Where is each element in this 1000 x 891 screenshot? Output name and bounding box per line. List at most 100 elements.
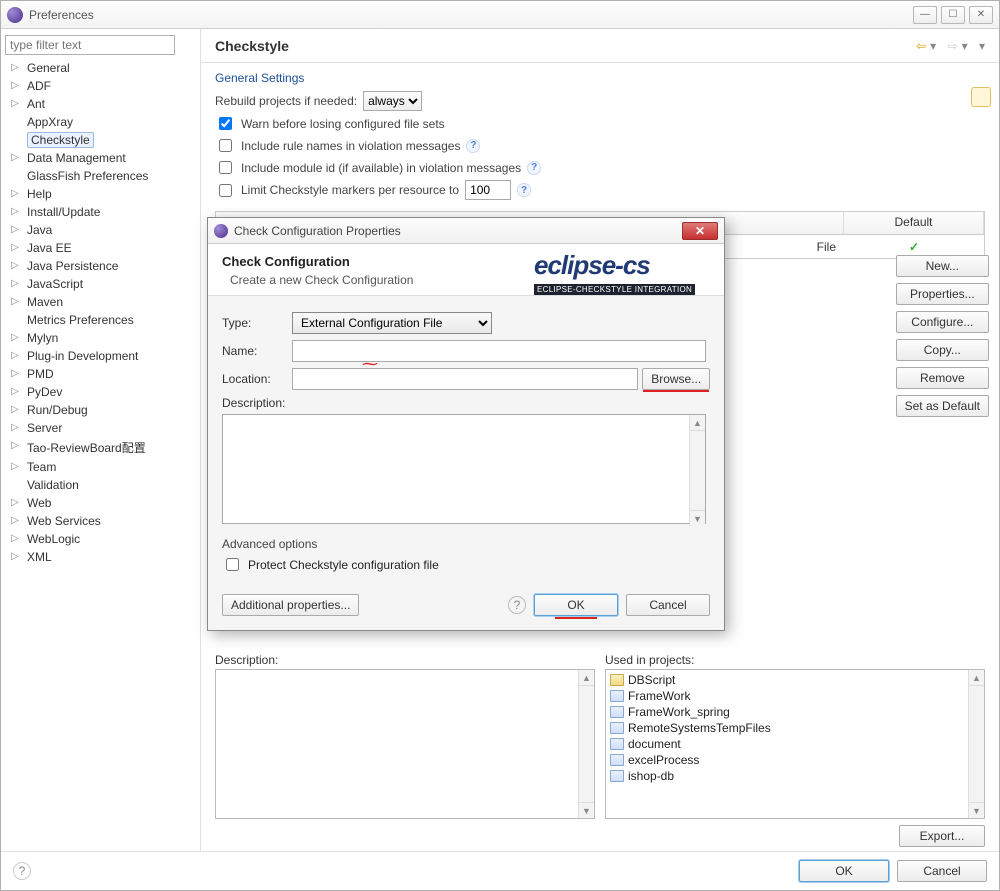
dialog-close-button[interactable]: ✕ [682,222,718,240]
sidebar-item-server[interactable]: ▷Server [5,419,196,437]
tree-arrow-icon: ▷ [11,296,21,307]
project-item[interactable]: FrameWork [608,688,982,704]
sidebar-item-checkstyle[interactable]: Checkstyle [5,131,196,149]
sidebar-item-weblogic[interactable]: ▷WebLogic [5,530,196,548]
type-select[interactable]: External Configuration File [292,312,492,334]
sidebar-label: JavaScript [27,277,83,291]
sidebar-item-install-update[interactable]: ▷Install/Update [5,203,196,221]
additional-properties-button[interactable]: Additional properties... [222,594,359,616]
tree-arrow-icon: ▷ [11,260,21,271]
project-item[interactable]: RemoteSystemsTempFiles [608,720,982,736]
folder-icon [610,674,624,686]
sidebar-item-appxray[interactable]: AppXray [5,113,196,131]
include-rule-checkbox[interactable] [219,139,232,152]
project-label: FrameWork_spring [628,705,730,719]
configure-button[interactable]: Configure... [896,311,989,333]
help-icon[interactable]: ? [517,183,531,197]
sidebar-item-java[interactable]: ▷Java [5,221,196,239]
sidebar-label: Data Management [27,151,126,165]
tree-arrow-icon: ▷ [11,98,21,109]
sidebar-item-validation[interactable]: Validation [5,476,196,494]
limit-checkbox[interactable] [219,184,232,197]
sidebar-item-adf[interactable]: ▷ADF [5,77,196,95]
location-input[interactable] [292,368,639,390]
rebuild-select[interactable]: always [363,91,422,111]
help-icon[interactable]: ? [13,862,31,880]
sidebar-item-team[interactable]: ▷Team [5,458,196,476]
properties-button[interactable]: Properties... [896,283,989,305]
sidebar-label: Team [27,460,56,474]
tree-arrow-icon: ▷ [11,497,21,508]
sidebar-item-xml[interactable]: ▷XML [5,548,196,566]
browse-button[interactable]: Browse... [642,368,710,390]
sidebar-item-java-persistence[interactable]: ▷Java Persistence [5,257,196,275]
cancel-button[interactable]: Cancel [626,594,710,616]
sidebar-label: Checkstyle [27,132,94,148]
protect-checkbox[interactable] [226,558,239,571]
sidebar-label: Tao-ReviewBoard配置 [27,441,146,455]
tree-arrow-icon: ▷ [11,404,21,415]
description-box[interactable]: ▲▼ [215,669,595,819]
sidebar-item-web[interactable]: ▷Web [5,494,196,512]
tree-arrow-icon: ▷ [11,515,21,526]
ok-button[interactable]: OK [534,594,618,616]
copy-button[interactable]: Copy... [896,339,989,361]
limit-label: Limit Checkstyle markers per resource to [241,183,459,197]
sidebar-label: General [27,61,70,75]
ok-button[interactable]: OK [799,860,889,882]
sidebar-item-ant[interactable]: ▷Ant [5,95,196,113]
sidebar-item-help[interactable]: ▷Help [5,185,196,203]
sidebar-item-web-services[interactable]: ▷Web Services [5,512,196,530]
filter-input[interactable] [5,35,175,55]
sidebar-item-javascript[interactable]: ▷JavaScript [5,275,196,293]
close-button[interactable]: ✕ [969,6,993,24]
sidebar-label: AppXray [27,115,73,129]
used-projects-list[interactable]: DBScriptFrameWorkFrameWork_springRemoteS… [605,669,985,819]
project-item[interactable]: FrameWork_spring [608,704,982,720]
sidebar-item-metrics-preferences[interactable]: Metrics Preferences [5,311,196,329]
help-icon[interactable]: ? [527,161,541,175]
export-button[interactable]: Export... [899,825,985,847]
help-icon[interactable]: ? [466,139,480,153]
set-default-button[interactable]: Set as Default [896,395,989,417]
sidebar-item-java-ee[interactable]: ▷Java EE [5,239,196,257]
include-module-label: Include module id (if available) in viol… [241,161,521,175]
limit-input[interactable] [465,180,511,200]
sidebar-item-mylyn[interactable]: ▷Mylyn [5,329,196,347]
warn-checkbox[interactable] [219,117,232,130]
project-item[interactable]: document [608,736,982,752]
description-textarea[interactable] [222,414,706,524]
project-item[interactable]: excelProcess [608,752,982,768]
scrollbar[interactable]: ▲▼ [689,415,705,526]
sidebar-item-glassfish-preferences[interactable]: GlassFish Preferences [5,167,196,185]
project-item[interactable]: ishop-db [608,768,982,784]
refresh-icon[interactable] [971,87,991,107]
sidebar-item-plug-in-development[interactable]: ▷Plug-in Development [5,347,196,365]
cancel-button[interactable]: Cancel [897,860,987,882]
sidebar-item-run-debug[interactable]: ▷Run/Debug [5,401,196,419]
folder-icon [610,706,624,718]
new-button[interactable]: New... [896,255,989,277]
eclipse-cs-logo: eclipse-cs ECLIPSE-CHECKSTYLE INTEGRATIO… [534,250,714,300]
check-icon: ✓ [909,240,919,254]
scrollbar[interactable]: ▲▼ [968,670,984,818]
nav-arrows[interactable]: ⇦▾ ⇨▾ ▾ [916,39,985,53]
used-label: Used in projects: [605,653,985,667]
sidebar-item-pmd[interactable]: ▷PMD [5,365,196,383]
minimize-button[interactable]: — [913,6,937,24]
project-item[interactable]: DBScript [608,672,982,688]
name-input[interactable] [292,340,706,362]
include-module-checkbox[interactable] [219,161,232,174]
scrollbar[interactable]: ▲▼ [578,670,594,818]
sidebar-item-general[interactable]: ▷General [5,59,196,77]
sidebar-item-maven[interactable]: ▷Maven [5,293,196,311]
warn-label: Warn before losing configured file sets [241,117,445,131]
help-icon[interactable]: ? [508,596,526,614]
tree-arrow-icon: ▷ [11,152,21,163]
remove-button[interactable]: Remove [896,367,989,389]
sidebar-item-data-management[interactable]: ▷ Data Management [5,149,196,167]
tree-arrow-icon: ▷ [11,350,21,361]
sidebar-item-tao-reviewboard-[interactable]: ▷Tao-ReviewBoard配置 [5,437,196,458]
sidebar-item-pydev[interactable]: ▷PyDev [5,383,196,401]
maximize-button[interactable]: ☐ [941,6,965,24]
